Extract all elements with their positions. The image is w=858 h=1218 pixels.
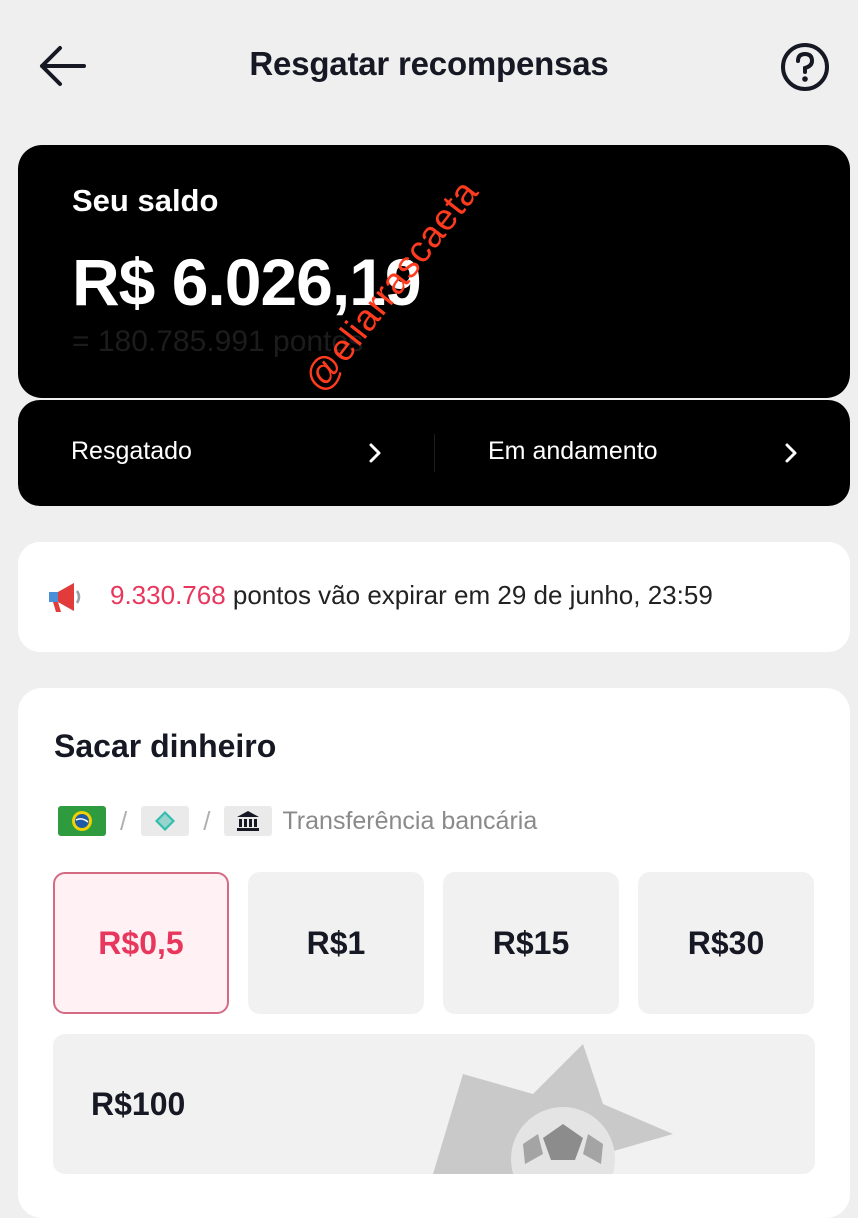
help-button[interactable] [780,42,830,92]
question-circle-icon [781,43,829,91]
balance-value: R$ 6.026,19 [72,245,422,319]
bank-icon [224,806,273,836]
method-separator: / [120,805,128,836]
expiration-message: pontos vão expirar em 29 de junho, 23:59 [225,580,713,610]
in-progress-link[interactable]: Em andamento [435,400,850,506]
page-title: Resgatar recompensas [249,45,609,82]
redeemed-link[interactable]: Resgatado [18,400,434,506]
soccer-ball-icon [433,1044,673,1174]
status-card: Resgatado Em andamento [18,400,850,506]
bank-transfer-label: Transferência bancária [282,806,538,835]
in-progress-label: Em andamento [488,437,658,465]
amount-option[interactable]: R$15 [443,872,619,1014]
pix-icon [141,806,190,836]
withdraw-card: Sacar dinheiro / / Transferência bancári… [18,688,850,1218]
amount-option[interactable]: R$30 [638,872,814,1014]
payment-methods: / / Transferência bancária [58,804,537,838]
expiration-notice: 9.330.768 pontos vão expirar em 29 de ju… [18,542,850,652]
amount-option[interactable]: R$1 [248,872,424,1014]
redeemed-label: Resgatado [71,437,192,465]
megaphone-icon [49,583,81,612]
amount-option-selected[interactable]: R$0,5 [53,872,229,1014]
withdraw-title: Sacar dinheiro [54,728,277,764]
top-bar: Resgatar recompensas [0,0,858,130]
chevron-right-icon [785,443,797,463]
balance-points: = 180.785.991 pontos [72,325,364,358]
balance-label: Seu saldo [72,183,219,218]
amount-option[interactable]: R$100 [53,1034,815,1174]
pix-brazil-icon [58,806,106,836]
method-separator: / [203,805,211,836]
expiration-text: 9.330.768 pontos vão expirar em 29 de ju… [110,580,713,611]
amount-option-label: R$100 [91,1086,186,1122]
balance-card: Seu saldo R$ 6.026,19 = 180.785.991 pont… [18,145,850,398]
expiring-points: 9.330.768 [110,580,226,610]
chevron-right-icon [369,443,381,463]
